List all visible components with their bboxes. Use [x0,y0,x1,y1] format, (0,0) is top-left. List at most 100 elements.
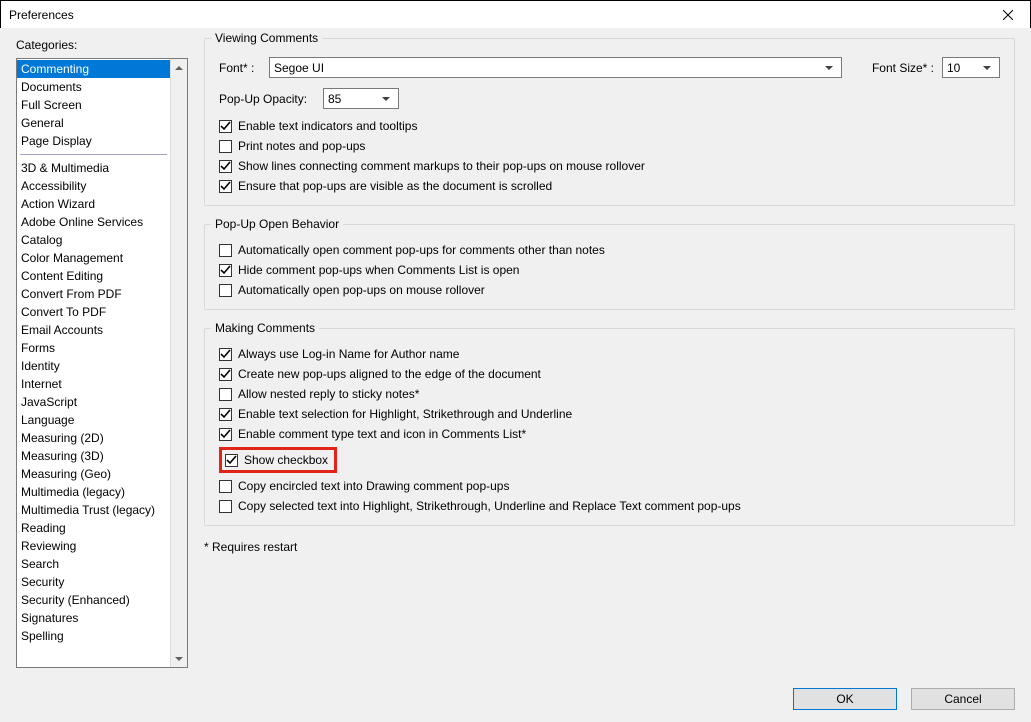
category-item[interactable]: Signatures [17,609,170,627]
popup-checkbox[interactable] [219,264,232,277]
chevron-down-icon [378,89,394,108]
viewing-option: Show lines connecting comment markups to… [219,159,1000,173]
category-item[interactable]: Action Wizard [17,195,170,213]
making-checkbox[interactable] [219,480,232,493]
making-checkbox-label: Allow nested reply to sticky notes* [238,387,419,401]
category-item[interactable]: Documents [17,78,170,96]
making-option: Copy selected text into Highlight, Strik… [219,499,1000,513]
close-button[interactable] [986,1,1030,29]
popup-checkbox-label: Hide comment pop-ups when Comments List … [238,263,519,277]
window-title: Preferences [9,8,986,22]
popup-option: Automatically open comment pop-ups for c… [219,243,1000,257]
making-checkbox-label: Always use Log-in Name for Author name [238,347,459,361]
category-item[interactable]: Color Management [17,249,170,267]
category-item[interactable]: Multimedia Trust (legacy) [17,501,170,519]
making-option: Enable comment type text and icon in Com… [219,427,1000,441]
categories-listbox[interactable]: CommentingDocumentsFull ScreenGeneralPag… [16,58,188,668]
category-item[interactable]: Internet [17,375,170,393]
making-checkbox-label: Create new pop-ups aligned to the edge o… [238,367,541,381]
category-item[interactable]: Measuring (2D) [17,429,170,447]
category-item[interactable]: Security (Enhanced) [17,591,170,609]
viewing-checkbox-label: Enable text indicators and tooltips [238,119,417,133]
opacity-label: Pop-Up Opacity: [219,92,315,106]
category-item[interactable]: 3D & Multimedia [17,159,170,177]
opacity-dropdown[interactable]: 85 [323,88,399,109]
categories-label: Categories: [16,38,188,52]
making-checkbox[interactable] [219,500,232,513]
popup-checkbox-label: Automatically open pop-ups on mouse roll… [238,283,485,297]
making-checkbox[interactable] [219,428,232,441]
category-item[interactable]: Adobe Online Services [17,213,170,231]
scroll-track[interactable] [171,76,187,650]
making-checkbox-label: Show checkbox [244,453,328,467]
popup-option: Hide comment pop-ups when Comments List … [219,263,1000,277]
making-checkbox[interactable] [219,408,232,421]
category-item[interactable]: JavaScript [17,393,170,411]
restart-footnote: * Requires restart [204,540,1015,554]
making-checkbox[interactable] [219,348,232,361]
settings-column: Viewing Comments Font* : Segoe UI Font S… [204,38,1015,668]
making-checkbox[interactable] [219,368,232,381]
category-item[interactable]: Full Screen [17,96,170,114]
category-item[interactable]: Spelling [17,627,170,645]
category-item[interactable]: Language [17,411,170,429]
category-item[interactable]: General [17,114,170,132]
viewing-checkbox[interactable] [219,180,232,193]
category-item[interactable]: Page Display [17,132,170,150]
group-popup-behavior: Pop-Up Open Behavior Automatically open … [204,224,1015,310]
category-item[interactable]: Multimedia (legacy) [17,483,170,501]
popup-checkbox[interactable] [219,284,232,297]
category-item[interactable]: Reviewing [17,537,170,555]
making-option: Create new pop-ups aligned to the edge o… [219,367,1000,381]
category-item[interactable]: Identity [17,357,170,375]
popup-checkbox[interactable] [219,244,232,257]
scroll-down-button[interactable] [171,650,187,667]
viewing-checkbox-label: Ensure that pop-ups are visible as the d… [238,179,552,193]
group-viewing-comments: Viewing Comments Font* : Segoe UI Font S… [204,38,1015,206]
fontsize-dropdown[interactable]: 10 [942,57,1000,78]
viewing-checkbox[interactable] [219,120,232,133]
category-item[interactable]: Accessibility [17,177,170,195]
category-item[interactable]: Commenting [17,60,170,78]
category-item[interactable]: Security [17,573,170,591]
font-dropdown[interactable]: Segoe UI [269,57,842,78]
viewing-option: Print notes and pop-ups [219,139,1000,153]
highlighted-option: Show checkbox [219,447,337,473]
category-item[interactable]: Catalog [17,231,170,249]
viewing-checkbox-label: Print notes and pop-ups [238,139,365,153]
category-item[interactable]: Convert To PDF [17,303,170,321]
making-checkbox-label: Copy selected text into Highlight, Strik… [238,499,741,513]
viewing-checkbox-label: Show lines connecting comment markups to… [238,159,645,173]
making-checkbox[interactable] [219,388,232,401]
chevron-down-icon [821,58,837,77]
making-checkbox-label: Enable text selection for Highlight, Str… [238,407,572,421]
category-item[interactable]: Reading [17,519,170,537]
viewing-option: Ensure that pop-ups are visible as the d… [219,179,1000,193]
viewing-checkbox[interactable] [219,160,232,173]
category-item[interactable]: Forms [17,339,170,357]
close-icon [1003,10,1013,20]
making-option: Allow nested reply to sticky notes* [219,387,1000,401]
cancel-button[interactable]: Cancel [911,688,1015,710]
category-item[interactable]: Content Editing [17,267,170,285]
category-item[interactable]: Measuring (Geo) [17,465,170,483]
group-making-comments: Making Comments Always use Log-in Name f… [204,328,1015,526]
category-item[interactable]: Measuring (3D) [17,447,170,465]
category-item[interactable]: Search [17,555,170,573]
dialog-content: Categories: CommentingDocumentsFull Scre… [0,28,1031,722]
popup-option: Automatically open pop-ups on mouse roll… [219,283,1000,297]
making-checkbox-label: Enable comment type text and icon in Com… [238,427,526,441]
opacity-value: 85 [328,92,378,106]
category-item[interactable]: Email Accounts [17,321,170,339]
ok-button[interactable]: OK [793,688,897,710]
making-option: Always use Log-in Name for Author name [219,347,1000,361]
chevron-down-icon [979,58,995,77]
category-item[interactable]: Convert From PDF [17,285,170,303]
categories-scrollbar[interactable] [170,59,187,667]
category-separator [20,154,167,155]
scroll-up-button[interactable] [171,59,187,76]
titlebar: Preferences [1,1,1030,29]
making-checkbox[interactable] [225,454,238,467]
font-value: Segoe UI [274,61,821,75]
viewing-checkbox[interactable] [219,140,232,153]
